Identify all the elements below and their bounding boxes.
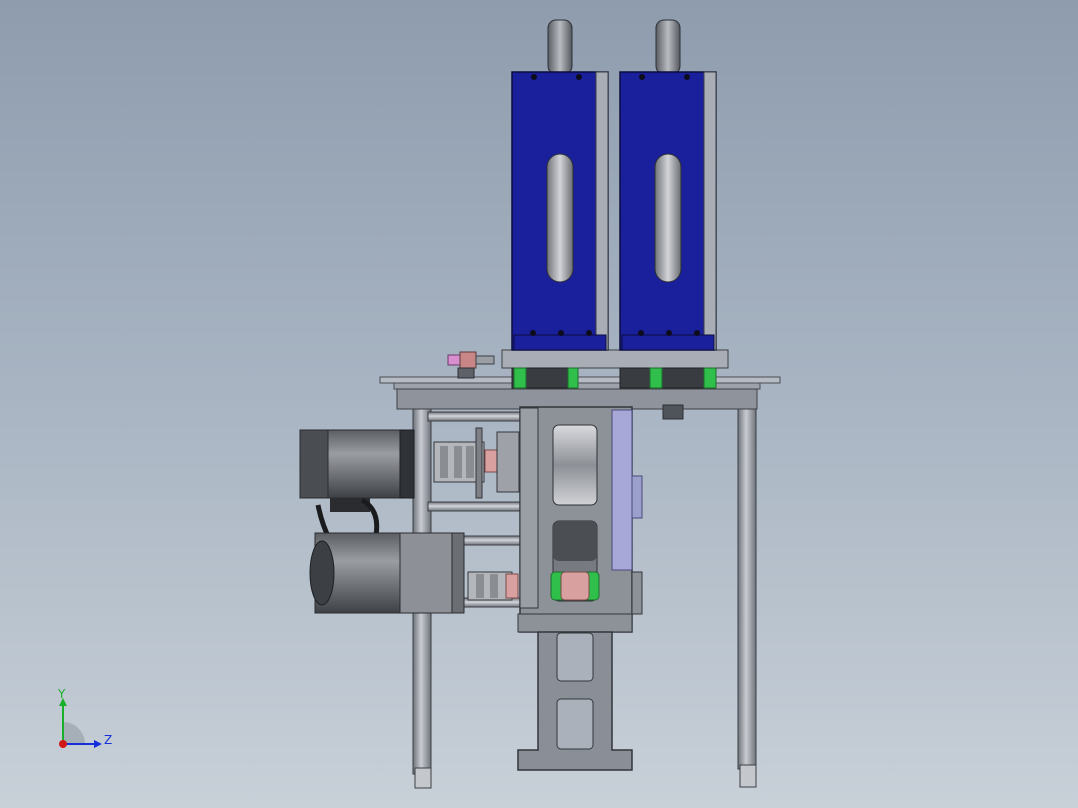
upper-servo-motor: [299, 427, 520, 542]
z-axis-arrowhead: [94, 740, 102, 748]
z-axis-label: Z: [104, 733, 112, 747]
right-leg: [737, 403, 757, 788]
cad-viewport[interactable]: Y Z: [0, 0, 1078, 808]
x-axis-dot: [59, 740, 67, 748]
orientation-triad[interactable]: Y Z: [50, 686, 120, 752]
triad-plane-indicator: [63, 722, 85, 744]
air-fitting: [447, 351, 495, 379]
right-pneumatic-cylinder: [619, 19, 717, 351]
lower-stand: [517, 613, 633, 771]
central-carriage: [519, 406, 643, 633]
left-pneumatic-cylinder: [511, 19, 609, 351]
assembly-model[interactable]: [0, 0, 1078, 808]
y-axis-label: Y: [57, 687, 66, 701]
